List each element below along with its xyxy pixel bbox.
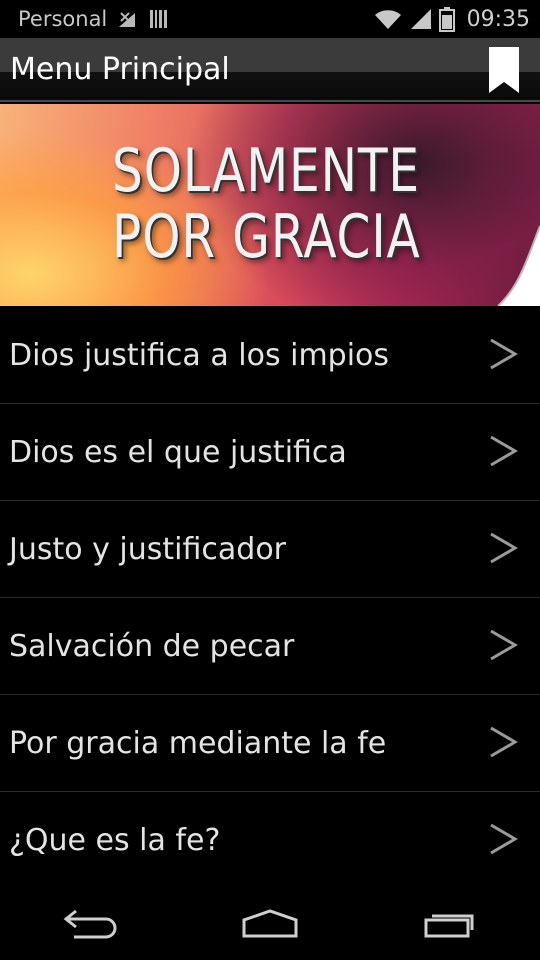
action-bar: Menu Principal: [0, 38, 540, 102]
menu-item-label: Salvación de pecar: [9, 628, 295, 664]
navigation-bar: [0, 888, 540, 960]
menu-item[interactable]: Dios es el que justifica: [0, 404, 540, 501]
menu-item[interactable]: Por gracia mediante la fe: [0, 695, 540, 792]
clock: 09:35: [466, 6, 530, 32]
carrier-name: Personal: [18, 7, 108, 31]
menu-item-label: Dios es el que justifica: [9, 434, 347, 470]
menu-item-label: ¿Que es la fe?: [9, 822, 221, 858]
menu-item[interactable]: Dios justifica a los impios: [0, 307, 540, 404]
battery-icon: [438, 7, 455, 32]
bookmark-icon[interactable]: [488, 46, 520, 94]
chevron-right-icon: [490, 338, 518, 370]
menu-item-label: Justo y justificador: [9, 531, 287, 567]
page-title: Menu Principal: [10, 51, 230, 87]
recent-apps-button[interactable]: [395, 894, 505, 954]
wifi-icon: [374, 10, 401, 30]
page-curl-decoration: [497, 225, 540, 306]
back-icon: [63, 909, 117, 939]
home-button[interactable]: [215, 894, 325, 954]
menu-item[interactable]: ¿Que es la fe?: [0, 792, 540, 888]
menu-list: Dios justifica a los impios Dios es el q…: [0, 307, 540, 888]
chevron-right-icon: [490, 532, 518, 564]
cell-signal-icon: [410, 9, 431, 29]
menu-item[interactable]: Salvación de pecar: [0, 598, 540, 695]
chevron-right-icon: [490, 629, 518, 661]
barcode-icon: [150, 10, 168, 28]
banner-line-1: SOLAMENTE: [112, 136, 421, 206]
menu-item-label: Por gracia mediante la fe: [9, 725, 387, 761]
chevron-right-icon: [490, 726, 518, 758]
back-button[interactable]: [35, 894, 145, 954]
banner-line-2: POR GRACIA: [112, 202, 421, 272]
chevron-right-icon: [490, 435, 518, 467]
menu-item-label: Dios justifica a los impios: [9, 337, 390, 373]
status-bar: Personal 09:35: [0, 0, 540, 38]
banner-image: SOLAMENTE POR GRACIA: [0, 104, 540, 306]
banner-title: SOLAMENTE POR GRACIA: [112, 138, 421, 270]
menu-item[interactable]: Justo y justificador: [0, 501, 540, 598]
recent-apps-icon: [424, 914, 474, 938]
chevron-right-icon: [490, 823, 518, 855]
home-icon: [242, 909, 298, 938]
signal-off-icon: [119, 12, 136, 27]
